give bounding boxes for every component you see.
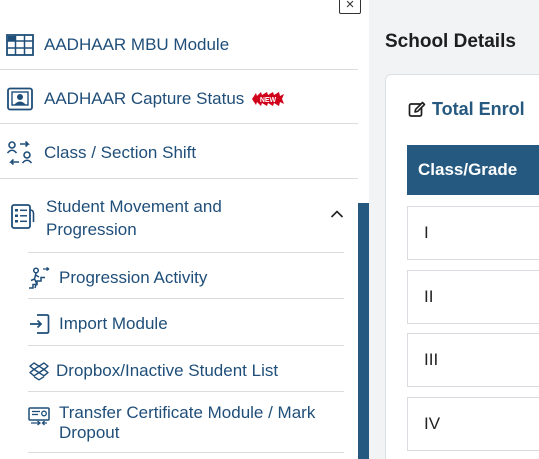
table-row[interactable]: I [407,206,539,260]
card-header: Total Enrol [408,99,525,120]
divider [28,391,344,392]
page-title: School Details [385,31,516,52]
divider [0,123,358,124]
edit-icon [408,101,426,117]
divider [28,345,344,346]
sidebar-subitem-import-module[interactable]: Import Module [28,310,344,338]
sidebar-item-label: AADHAAR Capture Status [44,89,245,108]
dropbox-icon [28,360,50,382]
close-icon: × [345,0,355,13]
sign-in-icon [28,313,50,335]
sidebar-item-label: Class / Section Shift [44,143,197,162]
sidebar-item-label: AADHAAR MBU Module [44,35,230,54]
sidebar-subitem-transfer-certificate[interactable]: Transfer Certificate Module / Mark Dropo… [28,403,344,445]
table-header-class-grade[interactable]: Class/Grade [407,145,539,195]
sidebar-subitem-label: Transfer Certificate Module / Mark Dropo… [59,403,316,442]
card-title: Total Enrol [432,99,525,119]
sidebar-subitem-dropbox-inactive[interactable]: Dropbox/Inactive Student List [28,357,344,385]
person-climb-icon [28,267,50,289]
main-content: School Details Total Enrol Class/Grade I… [369,0,539,459]
sidebar-item-aadhaar-mbu-module[interactable]: AADHAAR MBU Module [0,30,358,60]
table-row[interactable]: II [407,270,539,324]
divider [0,178,358,179]
divider [0,69,358,70]
table-row[interactable]: III [407,333,539,387]
id-card-icon [6,86,34,112]
sidebar: × AADHAAR MBU Module AADHAAR Capture Sta… [0,0,369,459]
sidebar-subitem-progression-activity[interactable]: Progression Activity [28,264,344,292]
sidebar-subitem-label: Import Module [59,314,168,333]
sidebar-scrollbar[interactable] [358,203,369,459]
sidebar-subitem-label: Dropbox/Inactive Student List [56,361,279,380]
divider [28,298,344,299]
sidebar-item-class-section-shift[interactable]: Class / Section Shift [0,138,358,168]
sidebar-subitem-label: Progression Activity [59,268,208,287]
new-badge-text: NEW [260,97,277,104]
divider [28,452,344,453]
people-swap-icon [6,140,34,166]
sidebar-item-aadhaar-capture-status[interactable]: AADHAAR Capture Status NEW [0,84,358,114]
clipboard-list-icon [8,203,36,229]
close-button[interactable]: × [339,0,361,14]
chevron-up-icon[interactable] [330,206,344,224]
table-row[interactable]: IV [407,397,539,451]
sidebar-group-label: Student Movement and Progression [46,197,222,239]
new-badge: NEW [251,91,285,107]
enrolment-card: Total Enrol Class/Grade I II III IV [385,74,539,459]
transfer-certificate-icon [28,405,50,427]
table-grid-icon [6,32,34,58]
divider [28,252,344,253]
